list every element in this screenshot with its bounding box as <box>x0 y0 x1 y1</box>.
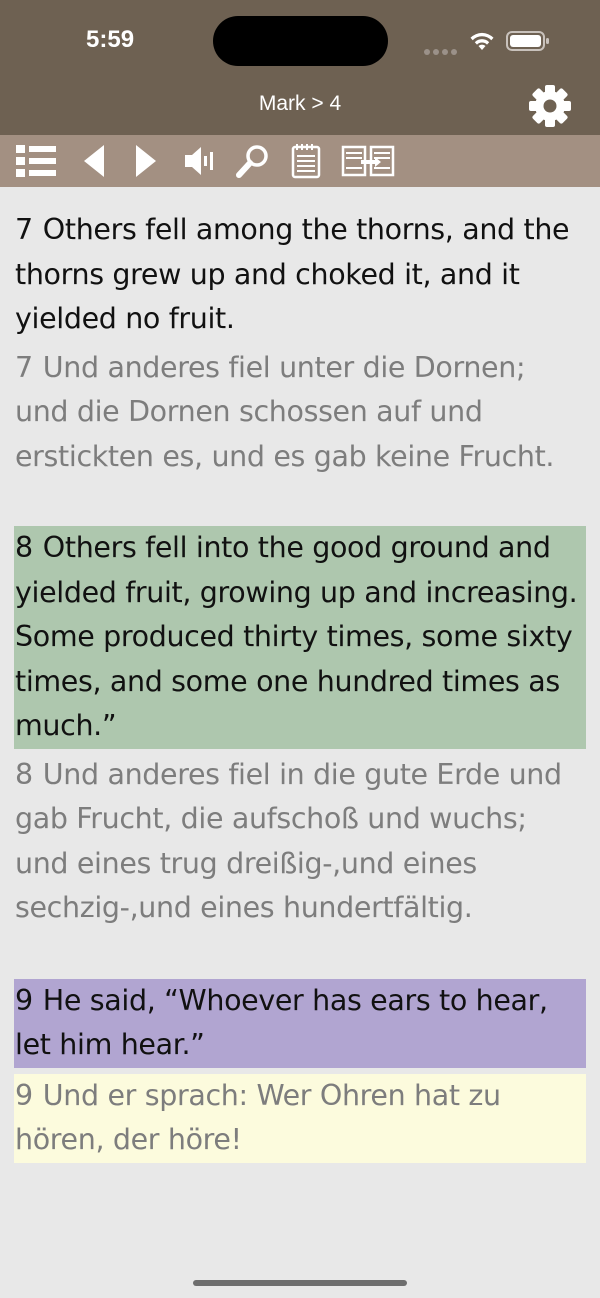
verse-text: Others fell among the thorns, and the th… <box>15 213 570 335</box>
top-bar: 5:59 Mark > 4 <box>0 0 600 135</box>
compare-icon[interactable] <box>341 143 395 179</box>
page-title: Mark > 4 <box>258 92 342 115</box>
verse-english[interactable]: 7 Others fell among the thorns, and the t… <box>14 208 586 342</box>
cellular-signal-icon <box>424 40 460 59</box>
verse-german[interactable]: 9 Und er sprach: Wer Ohren hat zu hören, … <box>14 1073 586 1163</box>
verse-number: 7 <box>15 213 33 246</box>
list-icon[interactable] <box>16 143 58 179</box>
next-icon[interactable] <box>134 143 158 179</box>
verse-content: 7 Others fell among the thorns, and the t… <box>14 208 586 1163</box>
previous-icon[interactable] <box>82 143 106 179</box>
verse-number: 9 <box>15 1078 33 1112</box>
home-indicator[interactable] <box>193 1280 407 1286</box>
verse-number: 8 <box>15 531 33 564</box>
notes-icon[interactable] <box>291 143 321 179</box>
wifi-icon <box>470 32 494 50</box>
verse-english[interactable]: 8 Others fell into the good ground and yi… <box>14 526 586 749</box>
status-icons <box>424 30 550 55</box>
verse-number: 9 <box>15 983 33 1017</box>
dynamic-island <box>213 16 388 66</box>
verse-german[interactable]: 8 Und anderes fiel in die gute Erde und g… <box>14 753 586 931</box>
verse-english[interactable]: 9 He said, “Whoever has ears to hear, let… <box>14 978 586 1068</box>
search-icon[interactable] <box>236 143 270 179</box>
verse-text: Others fell into the good ground and yie… <box>15 531 578 742</box>
verse-text: Und anderes fiel unter die Dornen; und d… <box>15 350 555 473</box>
verse-number: 7 <box>15 350 33 384</box>
speaker-icon[interactable] <box>184 143 216 179</box>
verse-number: 8 <box>15 757 33 791</box>
verse-german[interactable]: 7 Und anderes fiel unter die Dornen; und … <box>14 346 586 480</box>
verse-text: Und anderes fiel in die gute Erde und ga… <box>15 757 562 925</box>
verse-text: Und er sprach: Wer Ohren hat zu hören, d… <box>15 1078 501 1157</box>
gear-icon[interactable] <box>526 82 574 130</box>
battery-icon <box>506 31 549 51</box>
toolbar <box>0 135 600 187</box>
verse-text: He said, “Whoever has ears to hear, let … <box>15 983 548 1062</box>
status-time: 5:59 <box>86 26 135 53</box>
